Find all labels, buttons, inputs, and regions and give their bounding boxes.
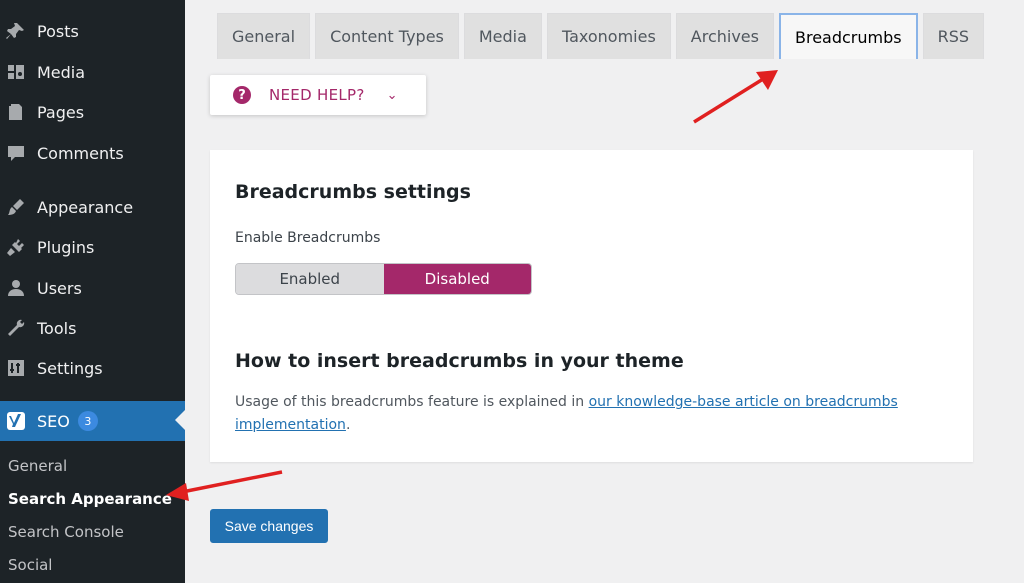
settings-tabs: General Content Types Media Taxonomies A… (217, 13, 989, 59)
submenu-item-search-appearance[interactable]: Search Appearance (0, 483, 185, 516)
user-icon (5, 277, 27, 299)
chevron-down-icon: ⌄ (386, 87, 398, 103)
tab-media[interactable]: Media (463, 13, 542, 59)
sidebar-item-pages[interactable]: Pages (0, 92, 185, 132)
sidebar-item-label: Users (37, 278, 82, 298)
need-help-label: NEED HELP? (269, 86, 365, 104)
sidebar-item-label: Posts (37, 21, 79, 41)
sidebar-item-label: SEO (37, 411, 70, 431)
sidebar-item-media[interactable]: Media (0, 52, 185, 92)
wrench-icon (5, 317, 27, 339)
sidebar-item-label: Pages (37, 102, 85, 122)
settings-icon (5, 357, 27, 379)
sidebar-item-label: Tools (37, 318, 77, 338)
description-text: Usage of this breadcrumbs feature is exp… (235, 394, 589, 410)
pushpin-icon (5, 20, 27, 42)
annotation-arrow-tabs (693, 70, 778, 124)
sidebar-item-posts[interactable]: Posts (0, 11, 185, 51)
seo-submenu: General Search Appearance Search Console… (0, 450, 185, 582)
breadcrumbs-toggle: Enabled Disabled (235, 263, 532, 295)
save-changes-button[interactable]: Save changes (210, 509, 328, 543)
tab-archives[interactable]: Archives (675, 13, 774, 59)
sidebar-item-label: Appearance (37, 197, 134, 217)
howto-description: Usage of this breadcrumbs feature is exp… (235, 391, 935, 437)
tab-content-types[interactable]: Content Types (315, 13, 459, 59)
sidebar-item-appearance[interactable]: Appearance (0, 187, 185, 227)
comments-icon (5, 142, 27, 164)
tab-breadcrumbs[interactable]: Breadcrumbs (778, 13, 918, 59)
enable-breadcrumbs-label: Enable Breadcrumbs (235, 230, 381, 246)
sidebar-item-seo[interactable]: SEO 3 (0, 401, 185, 441)
notification-badge: 3 (77, 411, 98, 431)
sidebar-item-label: Settings (37, 358, 103, 378)
sidebar-item-settings[interactable]: Settings (0, 348, 185, 388)
toggle-disabled-option[interactable]: Disabled (383, 264, 531, 294)
media-icon (5, 61, 27, 83)
plugin-icon (5, 236, 27, 258)
submenu-item-general[interactable]: General (0, 450, 185, 483)
question-icon: ? (233, 86, 251, 104)
howto-title: How to insert breadcrumbs in your theme (235, 350, 684, 372)
sidebar-item-plugins[interactable]: Plugins (0, 227, 185, 267)
sidebar-item-tools[interactable]: Tools (0, 308, 185, 348)
description-period: . (345, 417, 351, 433)
yoast-icon (5, 410, 27, 432)
toggle-enabled-option[interactable]: Enabled (236, 264, 384, 294)
submenu-item-search-console[interactable]: Search Console (0, 516, 185, 549)
sidebar-item-label: Media (37, 62, 86, 82)
active-indicator (175, 410, 185, 430)
sidebar-item-label: Plugins (37, 237, 95, 257)
sidebar-item-label: Comments (37, 143, 124, 163)
sidebar-item-comments[interactable]: Comments (0, 133, 185, 173)
submenu-item-social[interactable]: Social (0, 549, 185, 582)
breadcrumbs-settings-card: Breadcrumbs settings Enable Breadcrumbs … (210, 150, 973, 462)
tab-rss[interactable]: RSS (922, 13, 985, 59)
pages-icon (5, 101, 27, 123)
section-title: Breadcrumbs settings (235, 181, 471, 203)
tab-taxonomies[interactable]: Taxonomies (546, 13, 671, 59)
sidebar-item-users[interactable]: Users (0, 268, 185, 308)
paintbrush-icon (5, 196, 27, 218)
admin-sidebar: Posts Media Pages Comments Appearance Pl… (0, 0, 185, 583)
need-help-button[interactable]: ? NEED HELP? ⌄ (210, 75, 426, 115)
tab-general[interactable]: General (217, 13, 311, 59)
